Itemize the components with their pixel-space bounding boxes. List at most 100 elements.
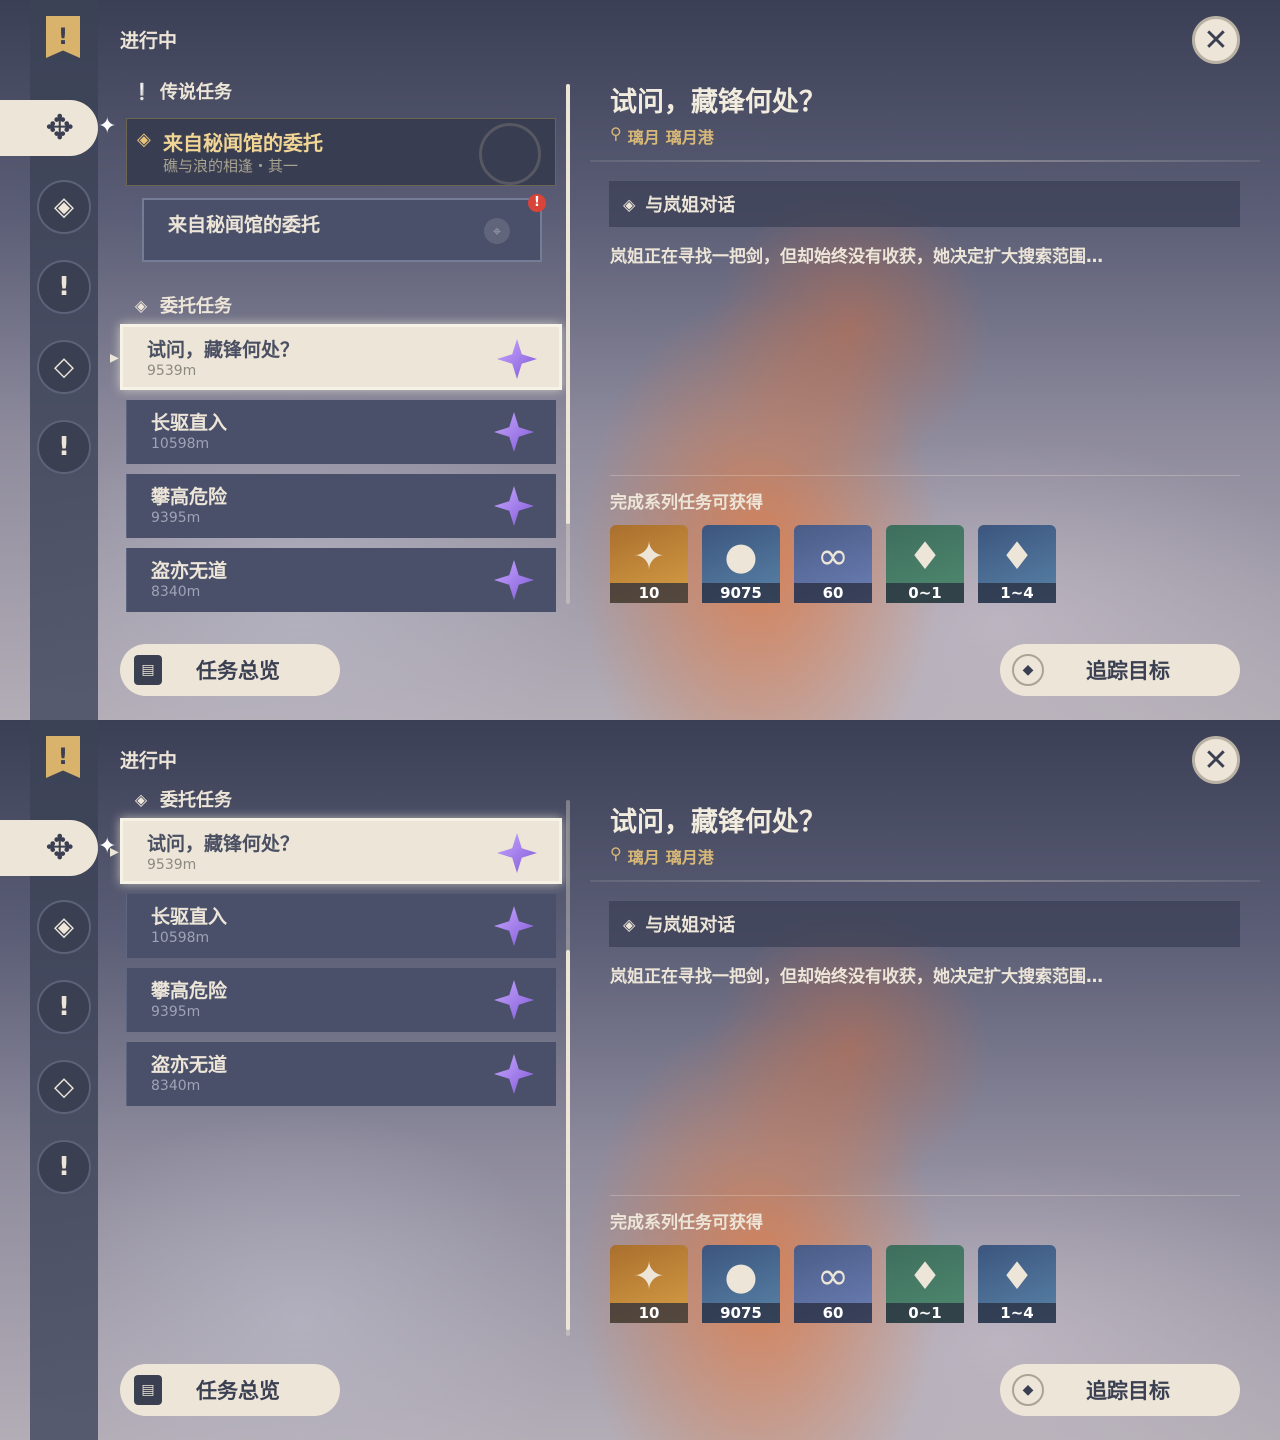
legend-quest-card[interactable]: ◈ 来自秘闻馆的委托 礁与浪的相逢・其一 (126, 118, 556, 186)
track-target-button[interactable]: ◆ 追踪目标 (1000, 1364, 1240, 1416)
quest-item[interactable]: 试问，藏锋何处？ 9539m (120, 324, 562, 390)
quest-book-icon: ▤ (134, 655, 162, 685)
quest-item[interactable]: 攀高危险 9395m (126, 474, 556, 538)
list-scrollbar[interactable] (566, 84, 570, 604)
reward-item[interactable]: ♦ 1~4 (978, 1245, 1056, 1323)
location-region: 璃月 (627, 128, 660, 147)
rail-tab-event[interactable]: ! (37, 420, 91, 474)
track-target-button[interactable]: ◆ 追踪目标 (1000, 644, 1240, 696)
world-quest-icon: ◈ (54, 912, 74, 942)
commission-quest-icon (494, 486, 534, 526)
close-icon: ✕ (1203, 22, 1229, 58)
reward-count: 0~1 (886, 583, 964, 603)
quest-name: 盗亦无道 (151, 1054, 228, 1076)
status-title: 进行中 (120, 750, 178, 772)
alert-badge: ! (528, 194, 546, 212)
quest-item[interactable]: 盗亦无道 8340m (126, 548, 556, 612)
legend-quest-subtitle: 礁与浪的相逢・其一 (163, 157, 299, 175)
quest-overview-button[interactable]: ▤ 任务总览 (120, 644, 340, 696)
close-button[interactable]: ✕ (1192, 16, 1240, 64)
mora-icon: ● (724, 534, 758, 578)
adventure-exp-icon: ∞ (817, 534, 849, 578)
legend-quest-title: 来自秘闻馆的委托 (163, 131, 323, 155)
quest-distance: 10598m (151, 436, 210, 452)
legend-subquest-card[interactable]: 来自秘闻馆的委托 ⌖ ! (142, 194, 546, 262)
rail-tab-archon[interactable]: ! (37, 260, 91, 314)
quest-panel-top: ! ✥ ✦ ◈ ! ◇ ! 进行中 ❕ 传说任务 ◈ 来自秘闻馆的委托 礁与浪的… (0, 0, 1280, 720)
quest-distance: 8340m (151, 1078, 201, 1094)
reward-count: 60 (794, 583, 872, 603)
quest-name: 攀高危险 (151, 486, 228, 508)
reward-count: 1~4 (978, 1303, 1056, 1323)
close-button[interactable]: ✕ (1192, 736, 1240, 784)
reward-item[interactable]: ● 9075 (702, 1245, 780, 1323)
crystal-cluster-icon: ♦ (999, 534, 1035, 578)
quest-item[interactable]: 试问，藏锋何处？ 9539m (120, 818, 562, 884)
quest-item[interactable]: 盗亦无道 8340m (126, 1042, 556, 1106)
rail-tab-story[interactable]: ◇ (37, 1060, 91, 1114)
reward-item[interactable]: ✦ 10 (610, 525, 688, 603)
divider (610, 1195, 1240, 1196)
quest-distance: 8340m (151, 584, 201, 600)
crystal-icon: ♦ (907, 534, 943, 578)
close-icon: ✕ (1203, 742, 1229, 778)
reward-item[interactable]: ∞ 60 (794, 525, 872, 603)
rail-tab-world[interactable]: ◈ (37, 180, 91, 234)
commission-quest-icon (497, 833, 537, 873)
commission-category-icon: ◈ (134, 295, 148, 315)
divider (590, 160, 1260, 162)
commission-tab-icon: ✥ (45, 828, 75, 868)
quest-name: 长驱直入 (151, 906, 228, 928)
primogem-icon: ✦ (633, 534, 665, 578)
rail-tab-commission[interactable]: ✥ (0, 100, 98, 156)
location-pin-icon: ⚲ (610, 124, 622, 143)
crystal-icon: ♦ (907, 1254, 943, 1298)
reward-count: 60 (794, 1303, 872, 1323)
quest-distance: 9395m (151, 510, 201, 526)
reward-item[interactable]: ● 9075 (702, 525, 780, 603)
rail-tab-archon[interactable]: ! (37, 980, 91, 1034)
button-label: 追踪目标 (1086, 1379, 1170, 1403)
commission-category-icon: ◈ (134, 789, 148, 809)
detail-title: 试问，藏锋何处？ (610, 87, 826, 118)
subquest-title: 来自秘闻馆的委托 (168, 214, 321, 236)
event-quest-icon: ! (58, 432, 70, 462)
quest-item[interactable]: 长驱直入 10598m (126, 400, 556, 464)
reward-item[interactable]: ♦ 1~4 (978, 525, 1056, 603)
location-area: 璃月港 (665, 848, 714, 867)
quest-item[interactable]: 攀高危险 9395m (126, 968, 556, 1032)
reward-item[interactable]: ✦ 10 (610, 1245, 688, 1323)
rail-tab-story[interactable]: ◇ (37, 340, 91, 394)
commission-quest-icon (494, 560, 534, 600)
quest-list[interactable]: ❕ 传说任务 ◈ 来自秘闻馆的委托 礁与浪的相逢・其一 来自秘闻馆的委托 ⌖ !… (110, 70, 570, 620)
story-quest-icon: ◇ (54, 1072, 74, 1102)
category-label: 委托任务 (160, 790, 232, 811)
objective-icon: ◈ (623, 194, 636, 214)
quest-list[interactable]: ❕ 传说任务 ◈ 来自秘闻馆的委托 礁与浪的相逢・其一 来自秘闻馆的委托 ⌖ !… (110, 780, 570, 1340)
rail-tab-commission[interactable]: ✥ (0, 820, 98, 876)
scroll-thumb[interactable] (566, 950, 570, 1330)
selected-arrow-icon: ▶ (110, 844, 119, 860)
quest-distance: 9395m (151, 1004, 201, 1020)
quest-panel-bottom: ! ✥ ✦ ◈ ! ◇ ! 进行中 ❕ 传说任务 ◈ 来自秘闻馆的委托 礁与浪的… (0, 720, 1280, 1440)
reward-item[interactable]: ♦ 0~1 (886, 525, 964, 603)
commission-quest-icon (494, 980, 534, 1020)
selected-arrow-icon: ▶ (110, 350, 119, 366)
map-pin-icon[interactable]: ⌖ (484, 218, 510, 244)
scroll-thumb[interactable] (566, 84, 570, 524)
rail-tab-event[interactable]: ! (37, 1140, 91, 1194)
quest-overview-button[interactable]: ▤ 任务总览 (120, 1364, 340, 1416)
reward-item[interactable]: ♦ 0~1 (886, 1245, 964, 1323)
archon-quest-icon: ! (58, 272, 70, 302)
category-commission: ◈ 委托任务 (132, 786, 232, 812)
quest-distance: 9539m (147, 857, 197, 873)
divider (590, 880, 1260, 882)
reward-item[interactable]: ∞ 60 (794, 1245, 872, 1323)
rail-tab-world[interactable]: ◈ (37, 900, 91, 954)
commission-quest-icon (494, 1054, 534, 1094)
quest-name: 攀高危险 (151, 980, 228, 1002)
commission-quest-icon (497, 339, 537, 379)
category-legend: ❕ 传说任务 (132, 78, 232, 104)
list-scrollbar[interactable] (566, 800, 570, 1336)
quest-item[interactable]: 长驱直入 10598m (126, 894, 556, 958)
